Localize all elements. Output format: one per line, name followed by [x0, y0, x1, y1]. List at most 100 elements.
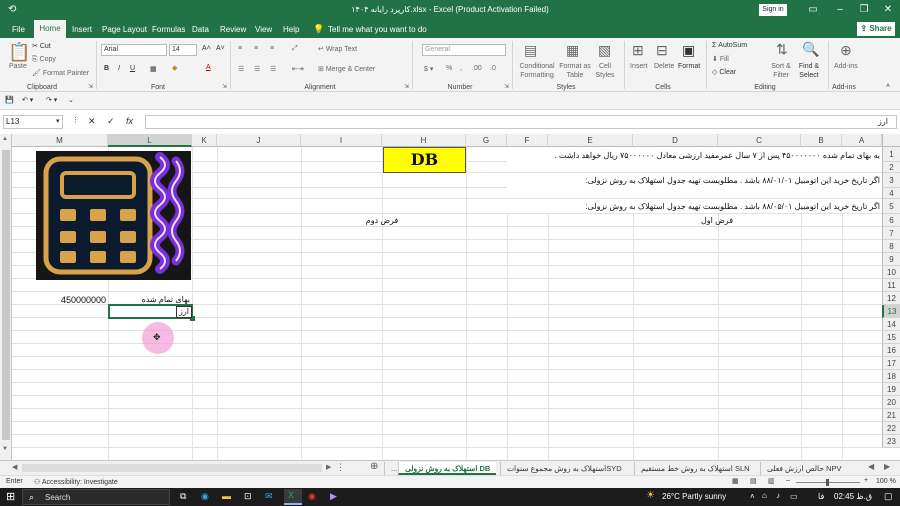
addins-icon[interactable]: ⊕	[840, 42, 852, 59]
format-painter-button[interactable]: 🖌 Format Painter	[32, 69, 89, 77]
task-view-icon[interactable]: ⧉	[180, 491, 186, 502]
clock[interactable]: ق.ظ 02:45	[834, 492, 872, 501]
sort-filter-icon[interactable]: ⇅	[776, 41, 788, 58]
collapse-ribbon-icon[interactable]: ˄	[886, 83, 890, 90]
column-header-f[interactable]: F	[507, 134, 548, 147]
insert-cells-icon[interactable]: ⊞	[632, 42, 644, 59]
row-header-6[interactable]: 6	[882, 214, 900, 227]
column-header-g[interactable]: G	[466, 134, 507, 147]
normal-view-icon[interactable]: ▦	[732, 477, 739, 485]
worksheet-grid[interactable]: ▲ ▼ M L K J I H G F E D C B A 1 2 3 4 5 …	[0, 134, 900, 460]
page-break-view-icon[interactable]: ▥	[768, 477, 775, 485]
cell-first-assumption[interactable]: فرض اول	[633, 216, 801, 225]
sign-in-button[interactable]: Sign in	[759, 4, 787, 16]
column-header-i[interactable]: I	[301, 134, 382, 147]
column-header-j[interactable]: J	[217, 134, 301, 147]
page-layout-view-icon[interactable]: ▤	[750, 477, 757, 485]
tell-me-search[interactable]: Tell me what you want to do	[328, 25, 427, 34]
number-format-select[interactable]: General	[422, 44, 506, 56]
format-as-table-button[interactable]: Format as Table	[558, 62, 592, 80]
font-size-select[interactable]: 14	[169, 44, 197, 56]
recorder-icon[interactable]: ◉	[308, 491, 316, 502]
cell-l12[interactable]: بهای تمام شده	[108, 295, 190, 304]
addins-button[interactable]: Add-ins	[834, 63, 858, 70]
name-box[interactable]: L13	[3, 115, 63, 129]
underline-button[interactable]: U	[130, 65, 135, 72]
save-icon[interactable]: 💾	[5, 96, 14, 104]
network-icon[interactable]: ⌂	[762, 491, 767, 500]
media-player-icon[interactable]: ▶	[330, 491, 337, 502]
paste-button[interactable]: Paste	[9, 63, 27, 70]
sheet-tab-syd[interactable]: استهلاک به روش مجموع سنواتSYD	[500, 462, 628, 475]
copy-button[interactable]: ⎘ Copy	[32, 56, 56, 64]
zoom-in-icon[interactable]: +	[864, 477, 868, 484]
zoom-slider-thumb[interactable]	[826, 479, 829, 486]
clear-button[interactable]: ◇ Clear	[712, 68, 736, 76]
tab-scroll-right-icon[interactable]: ▶	[884, 462, 890, 471]
tab-split-icon[interactable]: ⋮	[336, 462, 345, 473]
cancel-entry-icon[interactable]: ✕	[88, 116, 96, 127]
taskbar-search-box[interactable]: ⌕ Search	[22, 489, 170, 505]
zoom-out-icon[interactable]: –	[786, 477, 790, 484]
column-header-e[interactable]: E	[548, 134, 633, 147]
formula-input[interactable]: ارز	[145, 115, 897, 129]
borders-icon[interactable]: ▦	[150, 65, 157, 73]
cell-styles-button[interactable]: Cell Styles	[592, 62, 618, 80]
indent-icon[interactable]: ⇤⇥	[292, 65, 304, 73]
row-header-21[interactable]: 21	[882, 409, 900, 422]
horizontal-scrollbar[interactable]	[22, 464, 322, 472]
alignment-launcher-icon[interactable]: ⇲	[404, 83, 409, 90]
autosum-button[interactable]: Σ AutoSum	[712, 42, 747, 49]
undo-icon[interactable]: ↶ ▾	[22, 96, 33, 104]
bold-button[interactable]: B	[104, 65, 109, 72]
notifications-icon[interactable]: ▢	[884, 491, 893, 502]
insert-cells-button[interactable]: Insert	[630, 63, 648, 70]
delete-cells-button[interactable]: Delete	[654, 63, 674, 70]
magnifier-icon[interactable]: 🔍	[802, 41, 819, 58]
cell-m12[interactable]: 450000000	[12, 295, 106, 305]
sheet-tab-sln[interactable]: استهلاک به روش خط مستقیم SLN	[634, 462, 756, 475]
row-header-14[interactable]: 14	[882, 318, 900, 331]
hscroll-right-icon[interactable]: ▶	[326, 463, 331, 471]
fill-button[interactable]: ⬇ Fill	[712, 55, 729, 63]
shrink-font-icon[interactable]: A˅	[216, 45, 225, 52]
align-middle-icon[interactable]: ≡	[254, 45, 258, 52]
clipboard-launcher-icon[interactable]: ⇲	[88, 83, 93, 90]
paste-icon[interactable]: 📋	[8, 42, 30, 63]
cell-a3[interactable]: اگر تاریخ خرید این اتومبیل ۸۸/۰۱/۰۱ باشد…	[510, 176, 880, 185]
customize-qat-icon[interactable]: ⌄	[68, 96, 74, 104]
row-header-19[interactable]: 19	[882, 383, 900, 396]
sheet-tab-npv[interactable]: حالص ارزش فعلی NPV	[760, 462, 848, 475]
orientation-icon[interactable]: ⤢	[292, 45, 298, 53]
column-header-c[interactable]: C	[718, 134, 801, 147]
weather-text[interactable]: 26°C Partly sunny	[662, 492, 726, 501]
row-header-3[interactable]: 3	[882, 173, 900, 188]
store-icon[interactable]: ⊡	[244, 491, 252, 502]
decrease-decimal-icon[interactable]: .0	[490, 65, 496, 72]
db-title-cell[interactable]: DB	[383, 147, 466, 173]
cell-l13-editor[interactable]: ارز	[176, 306, 192, 318]
font-color-icon[interactable]: A	[206, 64, 211, 71]
conditional-formatting-button[interactable]: Conditional Formatting	[516, 62, 558, 80]
cut-button[interactable]: ✂ Cut	[32, 42, 51, 50]
redo-icon[interactable]: ↷ ▾	[46, 96, 57, 104]
format-cells-button[interactable]: Format	[678, 63, 700, 70]
row-header-17[interactable]: 17	[882, 357, 900, 370]
format-cells-icon[interactable]: ▣	[682, 42, 695, 59]
row-header-1[interactable]: 1	[882, 147, 900, 162]
ribbon-display-icon[interactable]: ▭	[801, 2, 825, 18]
share-button[interactable]: ⇪ Share	[857, 22, 895, 36]
tab-data[interactable]: Data	[192, 25, 209, 34]
hscroll-left-icon[interactable]: ◀	[12, 463, 17, 471]
scroll-up-icon[interactable]: ▲	[2, 136, 8, 142]
align-center-icon[interactable]: ☰	[254, 65, 260, 73]
volume-icon[interactable]: ♪	[776, 491, 780, 500]
merge-center-button[interactable]: ⊞ Merge & Center	[318, 65, 375, 73]
increase-decimal-icon[interactable]: .00	[472, 65, 482, 72]
select-all-corner[interactable]	[882, 134, 900, 147]
conditional-formatting-icon[interactable]: ▤	[524, 42, 537, 59]
column-header-a[interactable]: A	[842, 134, 882, 147]
row-header-9[interactable]: 9	[882, 253, 900, 266]
column-header-b[interactable]: B	[801, 134, 842, 147]
column-header-k[interactable]: K	[192, 134, 217, 147]
